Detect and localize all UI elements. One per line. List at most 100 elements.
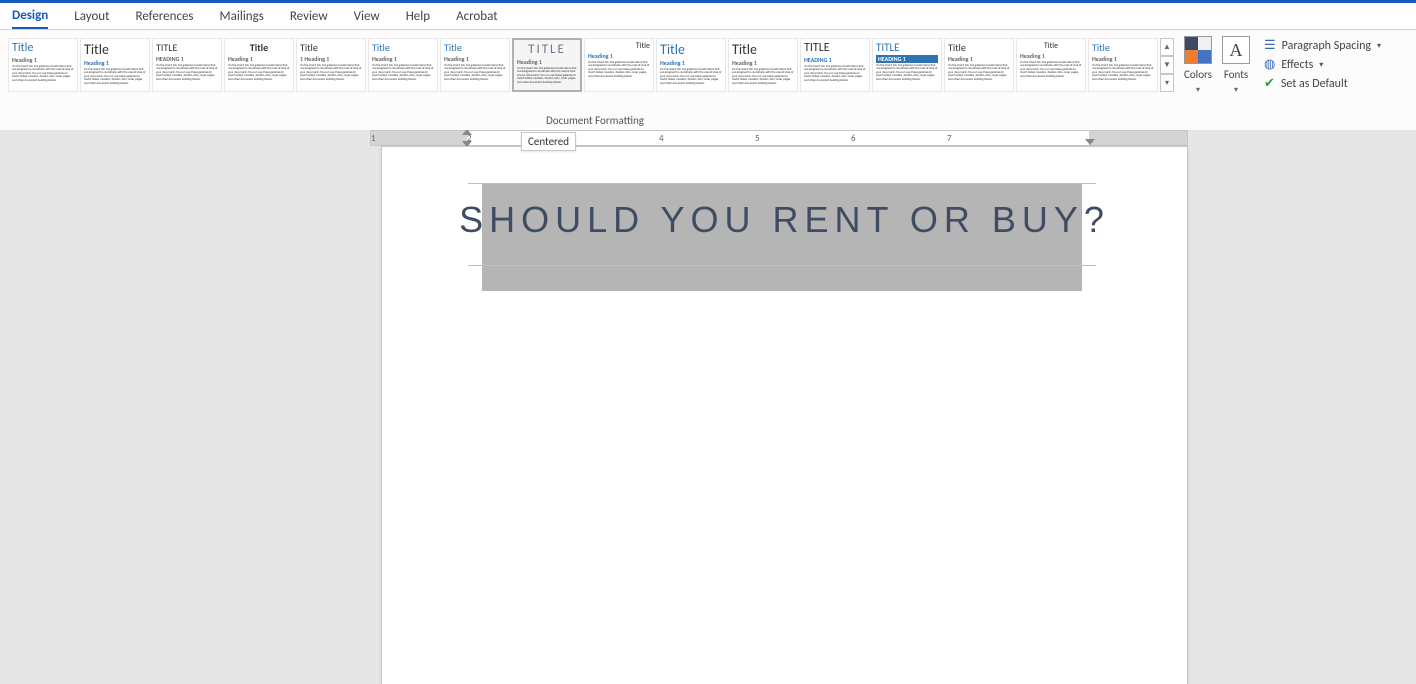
style-title: Title	[948, 41, 1010, 54]
style-set-4[interactable]: Title1 Heading 1On the Insert tab, the g…	[296, 38, 366, 92]
style-heading: HEADING 1	[876, 55, 938, 63]
style-title: Title	[228, 41, 290, 54]
tab-acrobat[interactable]: Acrobat	[456, 5, 498, 28]
style-heading: Heading 1	[228, 55, 290, 63]
style-set-12[interactable]: TITLEHEADING 1On the Insert tab, the gal…	[872, 38, 942, 92]
colors-button[interactable]: Colors ▾	[1184, 36, 1212, 95]
style-set-2[interactable]: TITLEHEADING 1On the Insert tab, the gal…	[152, 38, 222, 92]
colors-icon	[1184, 36, 1212, 64]
style-title: Title	[84, 41, 146, 58]
effects-label: Effects	[1281, 58, 1313, 72]
style-title: Title	[444, 41, 506, 54]
check-icon: ✔	[1264, 76, 1275, 91]
style-title: Title	[1020, 41, 1082, 51]
ruler-number: 2	[467, 133, 472, 144]
style-set-8[interactable]: TitleHeading 1On the Insert tab, the gal…	[584, 38, 654, 92]
style-title: TITLE	[876, 41, 938, 54]
tab-references[interactable]: References	[136, 5, 194, 28]
style-body: On the Insert tab, the galleries include…	[732, 68, 794, 85]
colors-label: Colors	[1184, 68, 1212, 81]
style-body: On the Insert tab, the galleries include…	[660, 68, 722, 85]
style-heading: 1 Heading 1	[300, 55, 362, 63]
style-body: On the Insert tab, the galleries include…	[1020, 61, 1082, 78]
style-set-3[interactable]: TitleHeading 1On the Insert tab, the gal…	[224, 38, 294, 92]
right-indent-marker[interactable]	[1085, 139, 1095, 145]
style-heading: Heading 1	[1092, 55, 1154, 63]
horizontal-ruler[interactable]: 1234567	[370, 130, 1188, 146]
ruler-left-margin	[371, 131, 467, 145]
style-heading: Heading 1	[660, 59, 722, 67]
style-body: On the Insert tab, the galleries include…	[588, 61, 650, 78]
style-title: TITLE	[804, 41, 866, 55]
fonts-button[interactable]: A Fonts ▾	[1222, 36, 1250, 95]
style-gallery: TitleHeading 1On the Insert tab, the gal…	[8, 30, 1160, 92]
ruler-number: 4	[659, 133, 664, 144]
style-heading: Heading 1	[948, 55, 1010, 63]
style-heading: Heading 1	[12, 56, 74, 64]
style-body: On the Insert tab, the galleries include…	[444, 64, 506, 81]
effects-button[interactable]: ◍ Effects ▾	[1264, 57, 1381, 72]
style-heading: Heading 1	[1020, 52, 1082, 60]
style-title: TITLE	[517, 42, 577, 57]
ruler-number: 6	[851, 133, 856, 144]
style-set-6[interactable]: TitleHeading 1On the Insert tab, the gal…	[440, 38, 510, 92]
document-page[interactable]: SHOULD YOU RENT OR BUY?	[381, 146, 1188, 684]
style-heading: Heading 1	[517, 58, 577, 66]
style-body: On the Insert tab, the galleries include…	[12, 65, 74, 82]
style-heading: Heading 1	[588, 52, 650, 60]
style-body: On the Insert tab, the galleries include…	[876, 64, 938, 81]
chevron-down-icon: ▾	[1234, 85, 1238, 95]
style-set-14[interactable]: TitleHeading 1On the Insert tab, the gal…	[1016, 38, 1086, 92]
gallery-up-button[interactable]: ▲	[1160, 38, 1174, 56]
tab-mailings[interactable]: Mailings	[220, 5, 264, 28]
style-body: On the Insert tab, the galleries include…	[948, 64, 1010, 81]
style-set-5[interactable]: TitleHeading 1On the Insert tab, the gal…	[368, 38, 438, 92]
style-body: On the Insert tab, the galleries include…	[517, 67, 577, 84]
style-set-11[interactable]: TITLEHEADING 1On the Insert tab, the gal…	[800, 38, 870, 92]
style-heading: Heading 1	[372, 55, 434, 63]
gallery-more-button[interactable]: ▾	[1160, 74, 1174, 92]
style-set-13[interactable]: TitleHeading 1On the Insert tab, the gal…	[944, 38, 1014, 92]
style-body: On the Insert tab, the galleries include…	[804, 65, 866, 82]
tab-layout[interactable]: Layout	[74, 5, 109, 28]
set-default-button[interactable]: ✔ Set as Default	[1264, 76, 1381, 91]
style-set-9[interactable]: TitleHeading 1On the Insert tab, the gal…	[656, 38, 726, 92]
tab-help[interactable]: Help	[406, 5, 430, 28]
fonts-icon: A	[1222, 36, 1250, 64]
style-heading: Heading 1	[444, 55, 506, 63]
style-set-1[interactable]: TitleHeading 1On the Insert tab, the gal…	[80, 38, 150, 92]
gallery-down-button[interactable]: ▼	[1160, 56, 1174, 74]
ribbon-tabs: Design Layout References Mailings Review View…	[0, 3, 1416, 30]
ruler-number: 5	[755, 133, 760, 144]
ruler-right-margin	[1089, 131, 1187, 145]
workspace: 1234567 Centered SHOULD YOU RENT OR BUY?	[0, 130, 1416, 684]
style-set-7[interactable]: TITLEHeading 1On the Insert tab, the gal…	[512, 38, 582, 92]
style-body: On the Insert tab, the galleries include…	[372, 64, 434, 81]
group-label: Document Formatting	[0, 114, 1190, 127]
style-title: Title	[660, 41, 722, 58]
tab-design[interactable]: Design	[12, 4, 48, 29]
style-title: Title	[732, 41, 794, 58]
style-tooltip: Centered	[521, 132, 576, 151]
style-heading: Heading 1	[732, 59, 794, 67]
style-set-0[interactable]: TitleHeading 1On the Insert tab, the gal…	[8, 38, 78, 92]
style-set-10[interactable]: TitleHeading 1On the Insert tab, the gal…	[728, 38, 798, 92]
style-body: On the Insert tab, the galleries include…	[300, 64, 362, 81]
paragraph-spacing-icon: ☰	[1264, 38, 1276, 53]
fonts-label: Fonts	[1224, 68, 1248, 81]
tab-review[interactable]: Review	[290, 5, 328, 28]
style-title: Title	[1092, 41, 1154, 54]
style-heading: HEADING 1	[156, 55, 218, 63]
style-title: Title	[300, 41, 362, 54]
style-set-15[interactable]: TitleHeading 1On the Insert tab, the gal…	[1088, 38, 1158, 92]
document-title[interactable]: SHOULD YOU RENT OR BUY?	[382, 199, 1187, 241]
style-heading: Heading 1	[84, 59, 146, 67]
title-rule-top	[468, 183, 1096, 184]
paragraph-spacing-button[interactable]: ☰ Paragraph Spacing ▾	[1264, 38, 1381, 53]
ruler-number: 7	[947, 133, 952, 144]
style-body: On the Insert tab, the galleries include…	[1092, 64, 1154, 81]
tab-view[interactable]: View	[354, 5, 380, 28]
style-title: Title	[372, 41, 434, 54]
ribbon: TitleHeading 1On the Insert tab, the gal…	[0, 30, 1416, 130]
style-title: Title	[12, 41, 74, 55]
